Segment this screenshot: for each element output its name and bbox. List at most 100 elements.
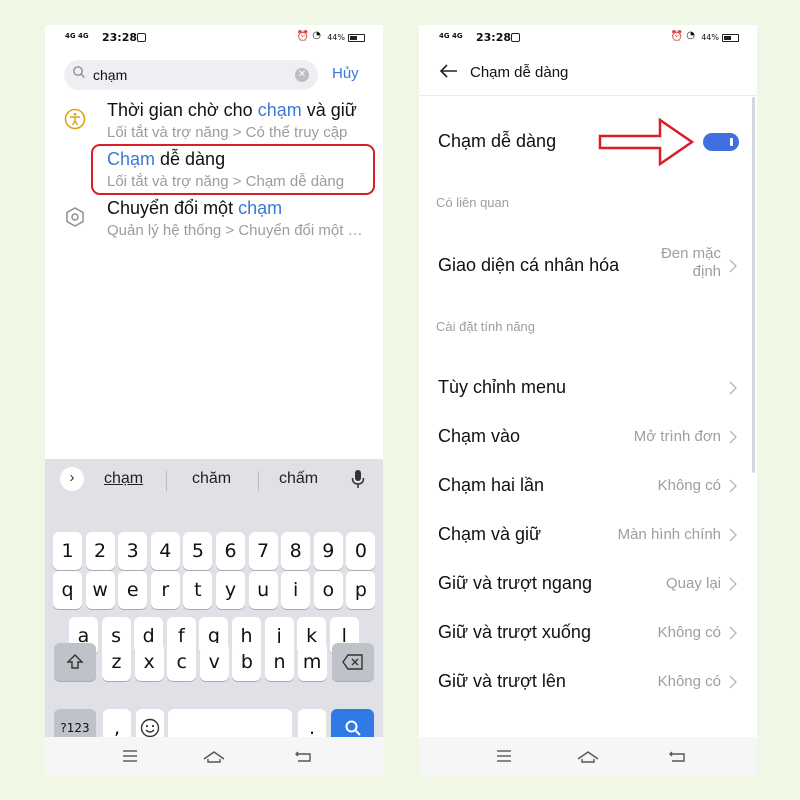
key-c[interactable]: c [167,643,197,681]
alarm-icon: ⏰ [670,31,683,42]
chevron-right-icon [729,479,737,493]
key-x[interactable]: x [134,643,164,681]
search-bar[interactable]: ✕ [64,60,318,90]
suggestion-bar: › chạm chăm chấm [45,459,383,501]
left-phone-screen: 4G 4G 23:28 ⏰ ◔ 44% ✕ Hủy Thời gian chờ … [45,25,383,775]
row-label: Chạm hai lần [438,475,545,495]
key-m[interactable]: m [297,643,327,681]
setting-row[interactable]: Tùy chỉnh menu [419,367,757,407]
setting-row[interactable]: Giữ và trượt xuống Không có [419,612,757,652]
home-icon[interactable] [577,748,599,764]
key-u[interactable]: u [248,571,278,609]
setting-row[interactable]: Giữ và trượt lên Không có [419,661,757,701]
row-label: Giao diện cá nhân hóa [438,255,620,275]
key-5[interactable]: 5 [183,532,213,570]
key-i[interactable]: i [281,571,311,609]
key-8[interactable]: 8 [281,532,311,570]
back-nav-icon[interactable] [294,748,312,764]
suggestion-divider [166,471,167,491]
row-label: Giữ và trượt ngang [438,573,592,593]
highlight-box [91,144,375,195]
chevron-right-icon [729,528,737,542]
search-result[interactable]: Chuyển đổi một chạm Quản lý hệ thống > C… [45,195,383,243]
key-4[interactable]: 4 [150,532,180,570]
shift-icon [66,654,84,669]
key-6[interactable]: 6 [216,532,245,570]
microphone-icon[interactable] [351,469,365,489]
key-q[interactable]: q [53,571,82,609]
shift-key[interactable] [54,643,96,681]
result-title: Thời gian chờ cho chạm và giữ [107,100,357,120]
search-input[interactable] [93,64,273,86]
battery-percent: 44% [327,33,345,42]
key-z[interactable]: z [102,643,131,681]
row-value: Quay lại [665,575,721,592]
key-e[interactable]: e [118,571,148,609]
navigation-bar [419,737,757,775]
setting-row[interactable]: Chạm và giữ Màn hình chính [419,514,757,554]
theme-row[interactable]: Giao diện cá nhân hóa Đen mặc định [419,241,757,291]
key-3[interactable]: 3 [118,532,148,570]
key-w[interactable]: w [85,571,115,609]
clear-icon[interactable]: ✕ [295,68,309,82]
chevron-right-icon [729,381,737,395]
backspace-key[interactable] [332,643,374,681]
key-2[interactable]: 2 [85,532,115,570]
suggestion[interactable]: chăm [192,470,231,488]
home-icon[interactable] [203,748,225,764]
row-label: Tùy chỉnh menu [438,377,567,397]
key-v[interactable]: v [199,643,229,681]
key-b[interactable]: b [232,643,262,681]
back-arrow-icon[interactable] [439,63,459,79]
expand-chevron-icon[interactable]: › [60,467,84,491]
menu-icon[interactable] [495,748,513,764]
section-related-label: Có liên quan [436,195,509,210]
notification-icon [137,33,146,42]
row-label: Chạm và giữ [438,524,542,544]
status-bar: 4G 4G 23:28 ⏰ ◔ 44% [419,25,757,51]
key-o[interactable]: o [313,571,343,609]
chevron-right-icon [729,626,737,640]
key-p[interactable]: p [346,571,376,609]
key-r[interactable]: r [150,571,180,609]
key-9[interactable]: 9 [313,532,343,570]
result-path: Quản lý hệ thống > Chuyển đổi một chạm [107,222,367,239]
chevron-right-icon [729,675,737,689]
navigation-bar [45,737,383,775]
setting-row[interactable]: Chạm hai lần Không có [419,465,757,505]
row-value: Không có [657,673,721,690]
back-nav-icon[interactable] [668,748,686,764]
cancel-button[interactable]: Hủy [332,65,359,82]
accessibility-icon [64,108,86,130]
red-arrow-icon [598,117,695,167]
backspace-icon [342,654,363,670]
row-label: Giữ và trượt lên [438,671,566,691]
key-n[interactable]: n [265,643,294,681]
chevron-right-icon [729,259,737,273]
menu-icon[interactable] [121,748,139,764]
key-0[interactable]: 0 [346,532,376,570]
chevron-right-icon [729,430,737,444]
search-result[interactable]: Thời gian chờ cho chạm và giữ Lối tắt và… [45,97,383,145]
key-1[interactable]: 1 [53,532,82,570]
alarm-icon: ⏰ [296,31,309,42]
key-y[interactable]: y [216,571,245,609]
suggestion[interactable]: chấm [279,470,318,488]
key-t[interactable]: t [183,571,213,609]
page-header: Chạm dễ dàng [419,51,757,97]
setting-row[interactable]: Chạm vào Mở trình đơn [419,416,757,456]
suggestion-divider [258,471,259,491]
row-label: Giữ và trượt xuống [438,622,591,642]
scrollbar[interactable] [752,97,755,473]
clock: 23:28 [476,31,512,44]
search-icon [345,720,361,736]
key-7[interactable]: 7 [248,532,278,570]
easy-touch-toggle[interactable] [703,133,739,151]
result-path: Lối tắt và trợ năng > Có thể truy cập [107,124,348,141]
header-divider [419,95,757,96]
suggestion[interactable]: chạm [104,470,143,488]
setting-row[interactable]: Giữ và trượt ngang Quay lại [419,563,757,603]
row-value: Không có [657,477,721,494]
row-value: Đen mặc định [660,245,721,280]
emoji-icon [140,718,160,738]
